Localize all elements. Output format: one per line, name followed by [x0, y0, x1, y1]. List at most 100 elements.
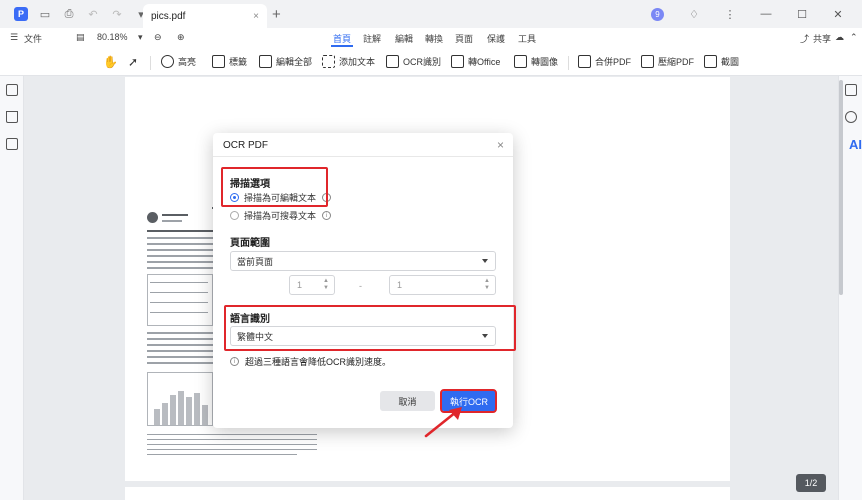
screenshot-button[interactable]: 截圖 — [704, 55, 739, 68]
open-file-icon[interactable]: ▭ — [38, 7, 52, 21]
image-icon — [514, 55, 527, 68]
page-range-select[interactable]: 當前頁面 — [230, 251, 496, 271]
zoom-level[interactable]: 80.18% — [97, 32, 128, 42]
ai-assistant-button[interactable]: AI — [849, 137, 862, 152]
to-image-button[interactable]: 轉圖像 — [514, 55, 558, 68]
tab-annotate[interactable]: 註解 — [363, 32, 381, 45]
tab-edit[interactable]: 編輯 — [395, 32, 413, 45]
hand-tool[interactable]: ✋ — [103, 55, 118, 69]
info-icon[interactable]: i — [322, 193, 332, 202]
edit-icon — [259, 55, 272, 68]
add-text-label: 添加文本 — [339, 57, 376, 67]
vertical-scrollbar[interactable] — [839, 80, 843, 295]
divider — [568, 56, 569, 70]
maximize-icon[interactable]: ☐ — [790, 8, 814, 21]
menu-bar: ☰ 文件 ▤ 80.18% ▾ ⊖ ⊕ 首頁 註解 編輯 轉換 頁面 保護 工具… — [0, 28, 862, 48]
bell-icon[interactable]: ♢ — [682, 8, 706, 21]
highlight-label: 高亮 — [178, 57, 197, 67]
range-to-value: 1 — [397, 280, 403, 290]
mark-label: 標籤 — [229, 57, 248, 67]
hint-text: 超過三種語言會降低OCR識別速度。 — [245, 357, 392, 367]
tab-pics-pdf[interactable]: pics.pdf × — [143, 4, 267, 28]
comment-icon[interactable] — [6, 138, 18, 150]
language-value: 繁體中文 — [237, 331, 274, 342]
stepper-arrows-icon[interactable]: ▲ ▼ — [323, 278, 329, 292]
active-tab-indicator — [331, 45, 353, 47]
share-button[interactable]: 共享 — [813, 32, 831, 45]
tab-home[interactable]: 首頁 — [333, 32, 351, 45]
language-hint: i 超過三種語言會降低OCR識別速度。 — [230, 355, 391, 368]
undo-icon[interactable]: ↶ — [86, 7, 100, 21]
chevron-down-icon — [482, 334, 488, 338]
zoom-in-icon[interactable]: ⊕ — [177, 32, 185, 43]
redo-icon[interactable]: ↷ — [110, 7, 124, 21]
print-icon[interactable]: ⎙ — [62, 7, 76, 21]
info-icon: i — [230, 357, 239, 366]
tab-convert[interactable]: 轉換 — [425, 32, 443, 45]
range-from-input[interactable]: 1 ▲ ▼ — [289, 275, 335, 295]
select-tool[interactable]: ➚ — [128, 55, 138, 69]
edit-all-label: 編輯全部 — [276, 57, 313, 67]
to-office-button[interactable]: 轉Office — [451, 55, 500, 68]
close-tab-icon[interactable]: × — [253, 11, 259, 22]
ocr-button[interactable]: OCR識別 — [386, 55, 441, 68]
tab-protect[interactable]: 保護 — [487, 32, 505, 45]
compress-pdf-button[interactable]: 壓縮PDF — [641, 55, 694, 68]
zoom-chevron-icon[interactable]: ▾ — [138, 32, 143, 43]
hamburger-icon[interactable]: ☰ — [10, 32, 18, 43]
scan-option-searchable-label: 掃描為可搜尋文本 — [244, 211, 317, 221]
document-chart — [147, 372, 213, 426]
collapse-icon[interactable]: ⌃ — [850, 32, 858, 43]
tab-tools[interactable]: 工具 — [518, 32, 536, 45]
pdf-page-2[interactable] — [125, 487, 730, 500]
add-text-button[interactable]: 添加文本 — [322, 55, 375, 68]
hand-icon: ✋ — [103, 55, 118, 69]
close-window-icon[interactable]: ✕ — [826, 8, 850, 21]
info-icon[interactable]: i — [322, 211, 332, 220]
mark-button[interactable]: 標籤 — [212, 55, 247, 68]
highlight-button[interactable]: 高亮 — [161, 55, 196, 68]
screenshot-icon — [704, 55, 717, 68]
range-from-value: 1 — [297, 280, 303, 290]
range-to-input[interactable]: 1 ▲ ▼ — [389, 275, 496, 295]
thumbnails-icon[interactable] — [6, 84, 18, 96]
radio-icon[interactable] — [230, 211, 239, 220]
stepper-arrows-icon[interactable]: ▲ ▼ — [484, 278, 490, 292]
share-icon[interactable]: ⤴ — [800, 32, 809, 45]
search-icon[interactable] — [845, 111, 857, 123]
toolbar: ✋ ➚ 高亮 標籤 編輯全部 添加文本 OCR識別 轉Office 轉圖像 合併… — [0, 48, 862, 76]
bookmark-icon[interactable] — [6, 111, 18, 123]
radio-selected-icon[interactable] — [230, 193, 239, 202]
notification-badge[interactable]: 9 — [651, 7, 664, 21]
language-label: 語言識別 — [230, 314, 270, 325]
tab-label: pics.pdf — [151, 10, 186, 22]
scan-option-editable[interactable]: 掃描為可編輯文本 i — [230, 191, 332, 204]
highlighter-icon — [161, 55, 174, 68]
cursor-icon: ➚ — [128, 55, 139, 69]
title-bar: P ▭ ⎙ ↶ ↷ ▾ pics.pdf × + 9 ♢ ⋮ — ☐ ✕ — [0, 0, 862, 28]
text-box-icon — [322, 55, 335, 68]
properties-icon[interactable] — [845, 84, 857, 96]
app-logo-icon: P — [14, 7, 28, 21]
cloud-icon[interactable]: ☁ — [835, 32, 844, 43]
tab-page[interactable]: 頁面 — [455, 32, 473, 45]
file-menu[interactable]: 文件 — [24, 32, 42, 45]
document-logo-icon — [147, 212, 158, 223]
office-icon — [451, 55, 464, 68]
pointer-arrow-icon — [424, 407, 462, 438]
minimize-icon[interactable]: — — [754, 8, 778, 20]
more-icon[interactable]: ⋮ — [718, 8, 742, 21]
ocr-label: OCR識別 — [403, 57, 441, 67]
edit-all-button[interactable]: 編輯全部 — [259, 55, 312, 68]
scan-option-searchable[interactable]: 掃描為可搜尋文本 i — [230, 209, 332, 222]
dialog-title: OCR PDF — [223, 140, 268, 151]
page-view-icon[interactable]: ▤ — [76, 32, 85, 43]
close-dialog-icon[interactable]: × — [497, 138, 504, 152]
zoom-out-icon[interactable]: ⊖ — [154, 32, 162, 43]
merge-pdf-button[interactable]: 合併PDF — [578, 55, 631, 68]
language-select[interactable]: 繁體中文 — [230, 326, 496, 346]
compress-pdf-label: 壓縮PDF — [658, 57, 695, 67]
range-separator: - — [359, 281, 362, 291]
page-counter: 1/2 — [796, 474, 826, 492]
new-tab-button[interactable]: + — [272, 6, 281, 23]
